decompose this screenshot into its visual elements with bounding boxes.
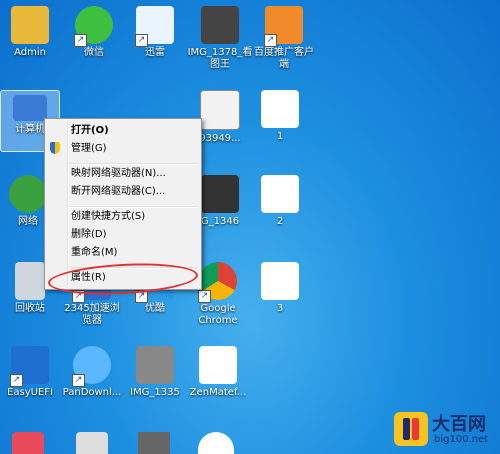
menu-separator [69, 163, 198, 165]
network-globe-icon [9, 175, 47, 213]
icon-label: 百度推广客户端 [254, 47, 314, 70]
icon-label: IMG_1378_看图王 [187, 47, 253, 70]
partial-icon-bottom-4[interactable] [198, 432, 234, 454]
shortcut-arrow-icon: ↗ [135, 34, 148, 47]
shortcut-arrow-icon: ↗ [198, 290, 211, 303]
desktop-icon-3[interactable]: 3 [246, 262, 314, 315]
chrome-icon: ↗ [198, 262, 237, 303]
watermark: 大百网 big100.net [394, 408, 494, 450]
xunlei-icon: ↗ [135, 6, 174, 47]
baidu-client-icon: ↗ [264, 6, 303, 47]
partial-icon-bottom-3[interactable] [138, 432, 170, 454]
document-icon [261, 262, 299, 300]
folder-icon [11, 6, 49, 44]
icon-label: ZenMatef... [189, 387, 247, 398]
desktop-icon-img1378[interactable]: IMG_1378_看图王 [186, 6, 254, 71]
menu-item-open[interactable]: 打开(O) [71, 123, 197, 139]
icon-label: 回收站 [15, 303, 45, 314]
icon-label: 优酷 [145, 303, 165, 314]
zenmate-icon [199, 346, 237, 384]
shortcut-arrow-icon: ↗ [74, 34, 87, 47]
shortcut-arrow-icon: ↗ [264, 34, 277, 47]
image-thumbnail-icon [201, 6, 239, 44]
image-thumbnail-icon [136, 346, 174, 384]
icon-label: 微信 [84, 47, 104, 58]
partial-icon-bottom-2[interactable] [76, 432, 108, 454]
menu-item-disconnect-network-drive[interactable]: 断开网络驱动器(C)... [71, 184, 197, 200]
menu-item-delete[interactable]: 删除(D) [71, 227, 197, 243]
desktop-icon-zenmate[interactable]: ZenMatef... [184, 346, 252, 399]
menu-separator [69, 206, 198, 208]
shortcut-arrow-icon: ↗ [10, 374, 23, 387]
easyuefi-icon: ↗ [10, 346, 49, 387]
icon-label: Google Chrome [198, 303, 238, 326]
image-thumbnail-icon [200, 90, 240, 130]
menu-item-manage[interactable]: 管理(G) [71, 141, 197, 157]
desktop-icon-2[interactable]: 2 [246, 175, 314, 228]
icon-label: 3 [276, 303, 284, 314]
menu-item-map-network-drive[interactable]: 映射网络驱动器(N)... [71, 166, 197, 182]
shortcut-arrow-icon: ↗ [72, 374, 85, 387]
partial-icon-bottom-1[interactable] [12, 432, 44, 454]
desktop-icon-easyuefi[interactable]: ↗ EasyUEFI [0, 346, 64, 399]
icon-label: 迅雷 [145, 47, 165, 58]
desktop-icon-1[interactable]: 1 [246, 90, 314, 143]
menu-item-rename[interactable]: 重命名(M) [71, 245, 197, 261]
wechat-icon: ↗ [74, 6, 113, 47]
recycle-bin-icon [15, 262, 45, 300]
computer-icon [13, 95, 47, 121]
icon-label: 网络 [18, 216, 38, 227]
document-icon [261, 90, 299, 128]
icon-label: EasyUEFI [7, 387, 53, 398]
icon-label: 2 [276, 216, 284, 227]
icon-label: 计算机 [15, 124, 45, 135]
desktop-icon-baidu[interactable]: ↗ 百度推广客户端 [250, 6, 318, 71]
document-icon [261, 175, 299, 213]
icon-label: IMG_1335 [130, 387, 180, 398]
icon-label: PanDownl... [62, 387, 122, 398]
icon-label: 2345加速浏览器 [64, 303, 120, 326]
menu-item-create-shortcut[interactable]: 创建快捷方式(S) [71, 209, 197, 225]
desktop-icon-wechat[interactable]: ↗ 微信 [60, 6, 128, 59]
watermark-logo-icon [394, 412, 428, 446]
desktop-icon-pandownload[interactable]: ↗ PanDownl... [58, 346, 126, 399]
icon-label: G_1346 [200, 216, 240, 227]
icon-label: Admin [14, 47, 46, 58]
desktop-icon-img1335[interactable]: IMG_1335 [121, 346, 189, 399]
icon-label: 1 [276, 131, 284, 142]
shield-icon [50, 142, 60, 154]
cloud-icon: ↗ [72, 346, 111, 387]
desktop-icon-admin[interactable]: Admin [0, 6, 64, 59]
image-thumbnail-icon [201, 175, 239, 213]
watermark-title: 大百网 [432, 414, 486, 435]
icon-label: 93949... [199, 133, 241, 144]
watermark-url: big100.net [434, 434, 489, 445]
desktop-icon-xunlei[interactable]: ↗ 迅雷 [121, 6, 189, 59]
